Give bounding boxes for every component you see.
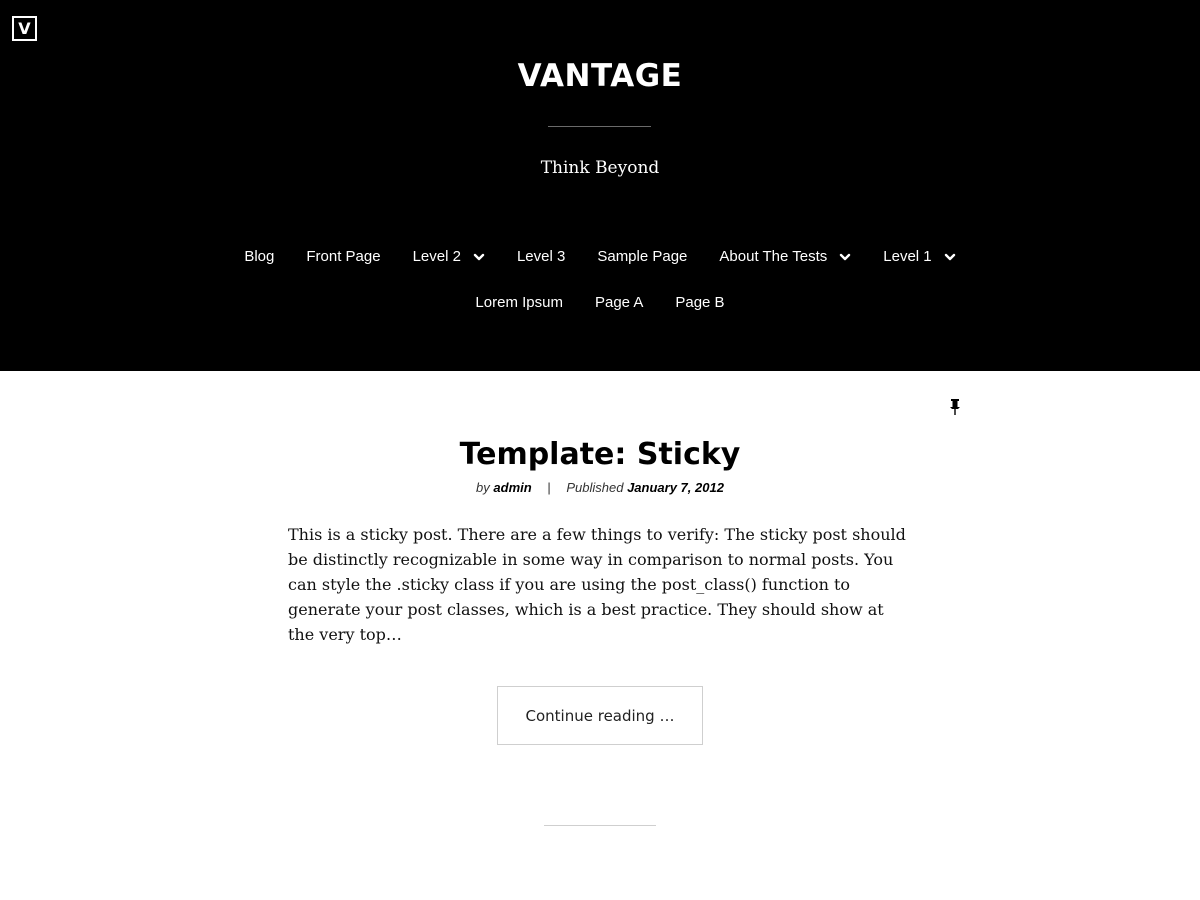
- nav-item-front-page[interactable]: Front Page: [306, 248, 380, 265]
- site-header: V VANTAGE Think Beyond Blog Front Page L…: [0, 0, 1200, 371]
- nav-item-about-the-tests[interactable]: About The Tests: [719, 248, 851, 265]
- post-title[interactable]: Template: Sticky: [0, 437, 1200, 472]
- site-logo[interactable]: V: [12, 16, 37, 41]
- pushpin-icon: [950, 399, 960, 415]
- title-divider: [548, 126, 651, 127]
- nav-item-label: About The Tests: [719, 248, 828, 265]
- primary-nav-row-1: Blog Front Page Level 2 Level 3 Sample P…: [0, 248, 1200, 265]
- nav-item-label: Page B: [675, 294, 725, 311]
- byline-label: by: [476, 480, 490, 495]
- nav-item-label: Lorem Ipsum: [475, 294, 563, 311]
- nav-item-blog[interactable]: Blog: [244, 248, 274, 265]
- post-excerpt: This is a sticky post. There are a few t…: [288, 525, 906, 644]
- post-author-link[interactable]: admin: [493, 480, 531, 495]
- published-label: Published: [566, 480, 624, 495]
- nav-item-label: Level 3: [516, 248, 566, 265]
- nav-item-label: Level 1: [883, 248, 932, 265]
- chevron-down-icon[interactable]: [944, 251, 956, 263]
- chevron-down-icon[interactable]: [839, 251, 851, 263]
- site-title[interactable]: VANTAGE: [0, 58, 1200, 94]
- nav-item-label: Sample Page: [597, 248, 688, 265]
- site-tagline: Think Beyond: [540, 158, 660, 178]
- nav-item-lorem-ipsum[interactable]: Lorem Ipsum: [475, 294, 563, 311]
- primary-nav-row-2: Lorem Ipsum Page A Page B: [0, 294, 1200, 311]
- post-date-link[interactable]: January 7, 2012: [627, 480, 724, 495]
- nav-item-label: Page A: [594, 294, 644, 311]
- nav-item-level-1[interactable]: Level 1: [883, 248, 955, 265]
- nav-item-sample-page[interactable]: Sample Page: [597, 248, 687, 265]
- nav-item-label: Blog: [244, 248, 275, 265]
- continue-reading-button[interactable]: Continue reading …: [497, 686, 703, 745]
- chevron-down-icon[interactable]: [473, 251, 485, 263]
- nav-item-level-2[interactable]: Level 2: [413, 248, 485, 265]
- nav-item-page-b[interactable]: Page B: [675, 294, 724, 311]
- main-content: Template: Sticky by admin | Published Ja…: [0, 371, 1200, 900]
- post-divider: [544, 825, 656, 826]
- nav-item-page-a[interactable]: Page A: [595, 294, 643, 311]
- nav-item-label: Level 2: [412, 248, 461, 265]
- meta-separator: |: [547, 480, 551, 495]
- post-meta: by admin | Published January 7, 2012: [0, 480, 1200, 495]
- nav-item-level-3[interactable]: Level 3: [517, 248, 565, 265]
- nav-item-label: Front Page: [306, 248, 381, 265]
